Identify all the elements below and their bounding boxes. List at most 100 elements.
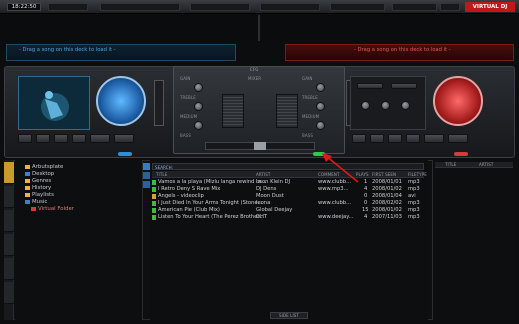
right-medium-label: MEDIUM (302, 114, 320, 119)
audio-file-icon (152, 180, 156, 185)
folder-icon (25, 185, 30, 190)
right-stop-button[interactable] (406, 134, 420, 143)
tree-item[interactable]: Playlists (25, 192, 54, 198)
left-stop-button[interactable] (72, 134, 86, 143)
right-deck-load-banner[interactable]: - Drag a song on this deck to load it - (285, 44, 514, 61)
left-medium-knob[interactable] (194, 121, 203, 130)
folder-icon (25, 178, 30, 183)
mixer-cfg-label: CFG (250, 67, 259, 72)
right-volume-fader[interactable] (276, 94, 298, 128)
tab-skins[interactable] (4, 282, 14, 304)
right-cue-button[interactable] (352, 134, 366, 143)
audio-file-icon (152, 187, 156, 192)
right-loop-button[interactable] (448, 134, 468, 143)
clock-display: 18:22:50 (7, 3, 41, 11)
left-transport (18, 134, 148, 144)
music-folder-icon (25, 199, 30, 204)
phones-slot: PHONES (392, 3, 437, 20)
left-cue-button[interactable] (18, 134, 32, 143)
right-treble-knob[interactable] (316, 102, 325, 111)
left-gain-knob[interactable] (194, 83, 203, 92)
side-tabs (4, 160, 14, 320)
side-col-artist[interactable]: ARTIST (479, 162, 493, 167)
mixer-right-eq: GAIN TREBLE MEDIUM BASS (302, 76, 340, 146)
tree-item[interactable]: Arbutsplate (25, 164, 63, 170)
tree-item[interactable]: History (25, 185, 51, 191)
right-deck-knob-b[interactable] (381, 101, 390, 110)
right-deck-button-b[interactable] (391, 83, 417, 89)
search-bar[interactable]: SEARCH: (152, 163, 424, 170)
tab-video[interactable] (4, 258, 14, 280)
col-artist[interactable]: ARTIST (256, 172, 270, 177)
left-pitch-slider[interactable] (154, 80, 164, 126)
right-jog-wheel[interactable] (433, 76, 483, 126)
table-row[interactable]: Vamos a la playa (Mizlu langa rewind m..… (152, 179, 424, 186)
center-divider (258, 15, 260, 41)
video-file-icon (152, 194, 156, 199)
left-treble-knob[interactable] (194, 102, 203, 111)
tree-item[interactable]: Music (25, 199, 47, 205)
left-sync-button[interactable] (90, 134, 110, 143)
virtual-dj-logo: VIRTUAL DJ (465, 2, 515, 12)
right-play-button[interactable] (388, 134, 402, 143)
left-medium-label: MEDIUM (180, 114, 198, 119)
side-col-title[interactable]: TITLE (445, 162, 456, 167)
virtual-dj-window: 18:22:50 BPM VOL PITCH TIME MASTER PHONE… (0, 0, 519, 324)
left-bass-label: BASS (180, 133, 191, 138)
left-volume-meter: VOL (100, 3, 180, 20)
tab-effects[interactable] (4, 210, 14, 232)
folder-tree: Arbutsplate Desktop Genres History Playl… (15, 160, 143, 320)
tab-sampler[interactable] (4, 186, 14, 208)
right-gain-label: GAIN (302, 76, 313, 81)
table-row[interactable]: Angels - videoclip Moon Dust 0 2008/01/0… (152, 193, 424, 200)
tab-browser[interactable] (4, 162, 14, 184)
tree-item-virtual-folder[interactable]: Virtual Folder (31, 206, 74, 212)
right-deck-button-a[interactable] (357, 83, 383, 89)
tree-item[interactable]: Desktop (25, 171, 54, 177)
left-gain-label: GAIN (180, 76, 191, 81)
right-bpm-slot: BPM (440, 3, 460, 20)
audio-file-icon (152, 215, 156, 220)
right-pause-button[interactable] (370, 134, 384, 143)
list-view-icon[interactable] (143, 172, 150, 179)
left-jog-wheel[interactable] (96, 76, 146, 126)
audio-file-icon (152, 201, 156, 206)
dj-silhouette-icon (41, 91, 69, 121)
tree-item[interactable]: Genres (25, 178, 51, 184)
col-filetype[interactable]: FILETYPE (408, 172, 427, 177)
col-first-seen[interactable]: FIRST SEEN (372, 172, 396, 177)
table-row[interactable]: I Just Died In Your Arms Tonight (Stone.… (152, 200, 424, 207)
table-row[interactable]: I Retro Deny S Rave Mix DJ Dens www.mp3.… (152, 186, 424, 193)
side-list-panel: TITLE ARTIST (432, 160, 515, 320)
master-slot: MASTER (330, 3, 385, 20)
left-play-button[interactable] (54, 134, 68, 143)
time-slot: TIME (260, 3, 320, 20)
left-deck-indicator (118, 152, 132, 156)
table-row[interactable]: American Pie (Club Mix) Global Deejay 15… (152, 207, 424, 214)
tab-record[interactable] (4, 234, 14, 256)
right-deck-knob-a[interactable] (361, 101, 370, 110)
virtual-folder-icon (31, 206, 36, 211)
right-sync-button[interactable] (424, 134, 444, 143)
side-list-header: TITLE ARTIST (435, 162, 513, 168)
right-deck-knob-c[interactable] (401, 101, 410, 110)
crossfader-handle[interactable] (254, 142, 266, 150)
left-volume-fader[interactable] (222, 94, 244, 128)
right-deck-info-panel (350, 76, 426, 130)
search-icon[interactable] (143, 163, 150, 170)
col-title[interactable]: TITLE (156, 172, 167, 177)
left-pause-button[interactable] (36, 134, 50, 143)
search-label: SEARCH: (155, 165, 174, 170)
left-loop-button[interactable] (114, 134, 134, 143)
left-deck-video-screen (18, 76, 90, 130)
right-deck-indicator (454, 152, 468, 156)
side-list-button[interactable]: SIDE LIST (270, 312, 308, 319)
right-medium-knob[interactable] (316, 121, 325, 130)
table-row[interactable]: Listen To Your Heart (The Perez Brother.… (152, 214, 424, 221)
cover-view-icon[interactable] (143, 181, 150, 188)
crossfader[interactable] (205, 142, 315, 150)
audio-file-icon (152, 208, 156, 213)
left-deck-load-banner[interactable]: - Drag a song on this deck to load it - (6, 44, 236, 61)
file-list-header: TITLE ARTIST COMMENT PLAYS FIRST SEEN FI… (152, 171, 427, 178)
right-gain-knob[interactable] (316, 83, 325, 92)
